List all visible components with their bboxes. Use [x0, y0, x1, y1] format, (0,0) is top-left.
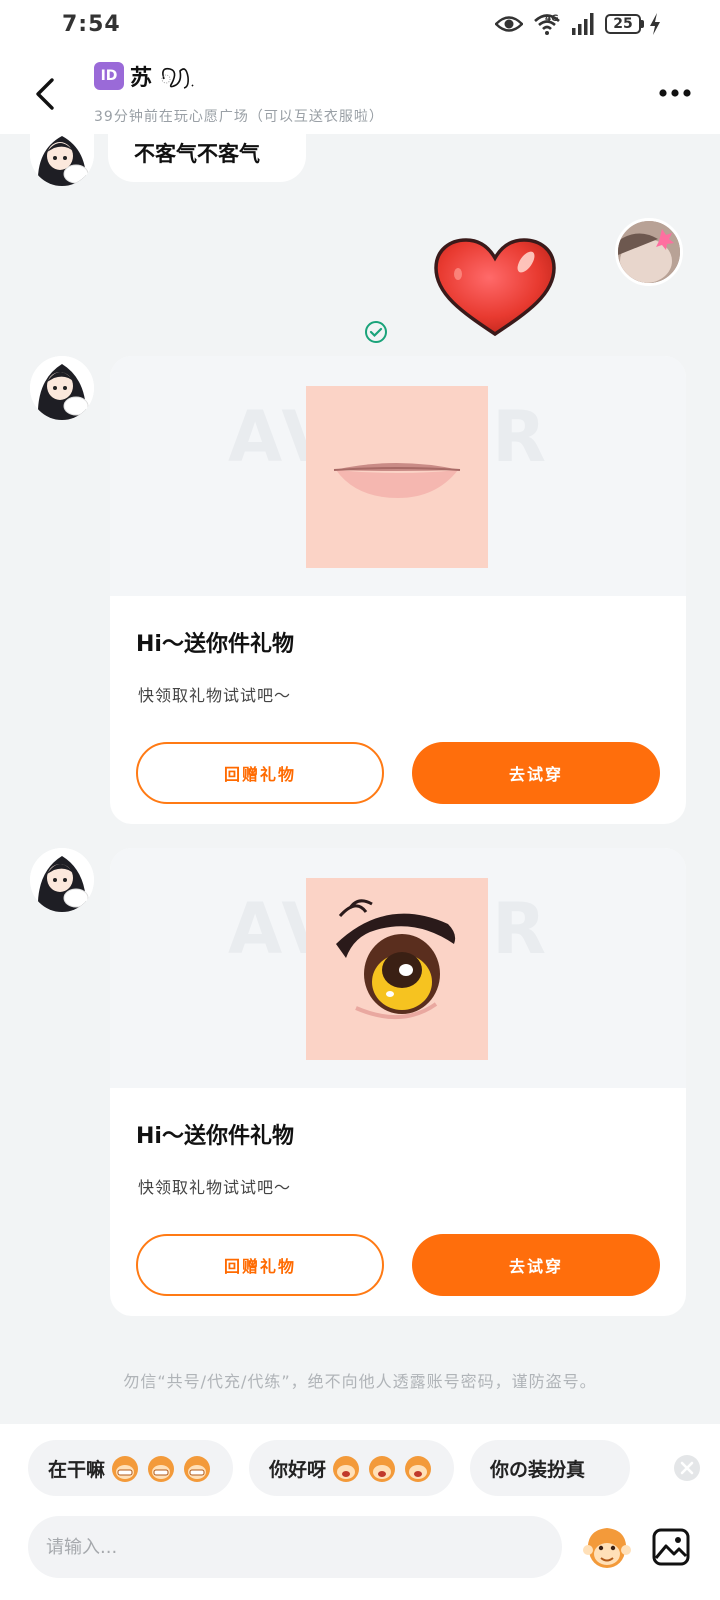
gift-title: Hi～送你件礼物 — [136, 1124, 294, 1149]
gift-item-image — [306, 386, 488, 568]
gift-title: Hi～送你件礼物 — [136, 632, 294, 657]
gift-item-image — [306, 878, 488, 1060]
quick-reply-chip[interactable]: 你好呀 — [249, 1440, 455, 1496]
wifi-icon — [534, 14, 560, 35]
try-on-button[interactable]: 去试穿 — [412, 742, 660, 804]
battery-cap — [641, 20, 644, 28]
sticker-picker-icon[interactable] — [582, 1522, 632, 1572]
anime-eye-icon — [306, 878, 488, 1060]
return-gift-button[interactable]: 回赠礼物 — [136, 742, 384, 804]
gift-preview: AVATAR — [110, 848, 686, 1088]
monkey-emoji-icon — [184, 1456, 211, 1482]
status-time: 7:54 — [62, 12, 121, 37]
image-picker-icon[interactable] — [652, 1528, 690, 1566]
battery-indicator: 25 — [605, 13, 662, 35]
contact-avatar[interactable] — [30, 848, 94, 912]
my-avatar[interactable] — [615, 218, 683, 286]
heart-sticker-icon — [434, 238, 556, 337]
contact-avatar[interactable] — [30, 356, 94, 420]
name-signature-icon — [161, 67, 194, 89]
monkey-emoji-icon — [405, 1456, 432, 1482]
message-input[interactable] — [28, 1516, 562, 1578]
quick-replies: 在干嘛 你好呀 你の装扮真 — [28, 1440, 631, 1496]
gift-card[interactable]: AVATAR Hi～送你件礼物 快领取礼物试试吧～ 回赠礼物 去试穿 — [110, 848, 686, 1316]
back-arrow-icon[interactable] — [30, 74, 62, 114]
eye-icon — [495, 16, 523, 32]
contact-status: 39分钟前在玩心愿广场（可以互送衣服啦） — [94, 109, 384, 125]
charging-bolt-icon — [650, 13, 660, 35]
monkey-emoji-icon — [112, 1456, 139, 1482]
message-bubble[interactable]: 不客气不客气 — [108, 130, 306, 182]
quick-reply-label: 在干嘛 — [48, 1458, 106, 1481]
status-bar: 7:54 4G 25 — [0, 0, 720, 52]
return-gift-button[interactable]: 回赠礼物 — [136, 1234, 384, 1296]
battery-level: 25 — [605, 14, 641, 34]
quick-reply-chip[interactable]: 在干嘛 — [28, 1440, 234, 1496]
signal-icon — [572, 13, 594, 35]
read-check-icon — [365, 321, 387, 343]
gift-card[interactable]: AVATAR Hi～送你件礼物 快领取礼物试试吧～ 回赠礼物 去试穿 — [110, 356, 686, 824]
quick-reply-label: 你好呀 — [269, 1458, 327, 1481]
message-text: 不客气不客气 — [134, 142, 260, 166]
safety-notice: 勿信“共号/代充/代练”，绝不向他人透露账号密码，谨防盗号。 — [123, 1372, 597, 1391]
quick-reply-label: 你の装扮真 — [490, 1458, 586, 1481]
more-options-icon[interactable] — [658, 88, 692, 98]
id-badge: ID — [94, 62, 124, 90]
monkey-emoji-icon — [369, 1456, 396, 1482]
gift-subtitle: 快领取礼物试试吧～ — [138, 1178, 292, 1197]
contact-name-row[interactable]: ID 苏 — [94, 60, 208, 92]
gift-preview: AVATAR — [110, 356, 686, 596]
contact-name: 苏 — [130, 66, 153, 91]
monkey-emoji-icon — [148, 1456, 175, 1482]
lips-icon — [306, 386, 488, 568]
close-icon[interactable] — [673, 1454, 701, 1482]
gift-subtitle: 快领取礼物试试吧～ — [138, 686, 292, 705]
chat-header: ID 苏 39分钟前在玩心愿广场（可以互送衣服啦） — [0, 52, 720, 134]
try-on-button[interactable]: 去试穿 — [412, 1234, 660, 1296]
monkey-emoji-icon — [333, 1456, 360, 1482]
quick-reply-chip[interactable]: 你の装扮真 — [470, 1440, 631, 1496]
status-icons: 25 — [495, 12, 662, 36]
bottom-panel: 在干嘛 你好呀 你の装扮真 — [0, 1424, 720, 1600]
contact-avatar[interactable] — [30, 130, 94, 186]
